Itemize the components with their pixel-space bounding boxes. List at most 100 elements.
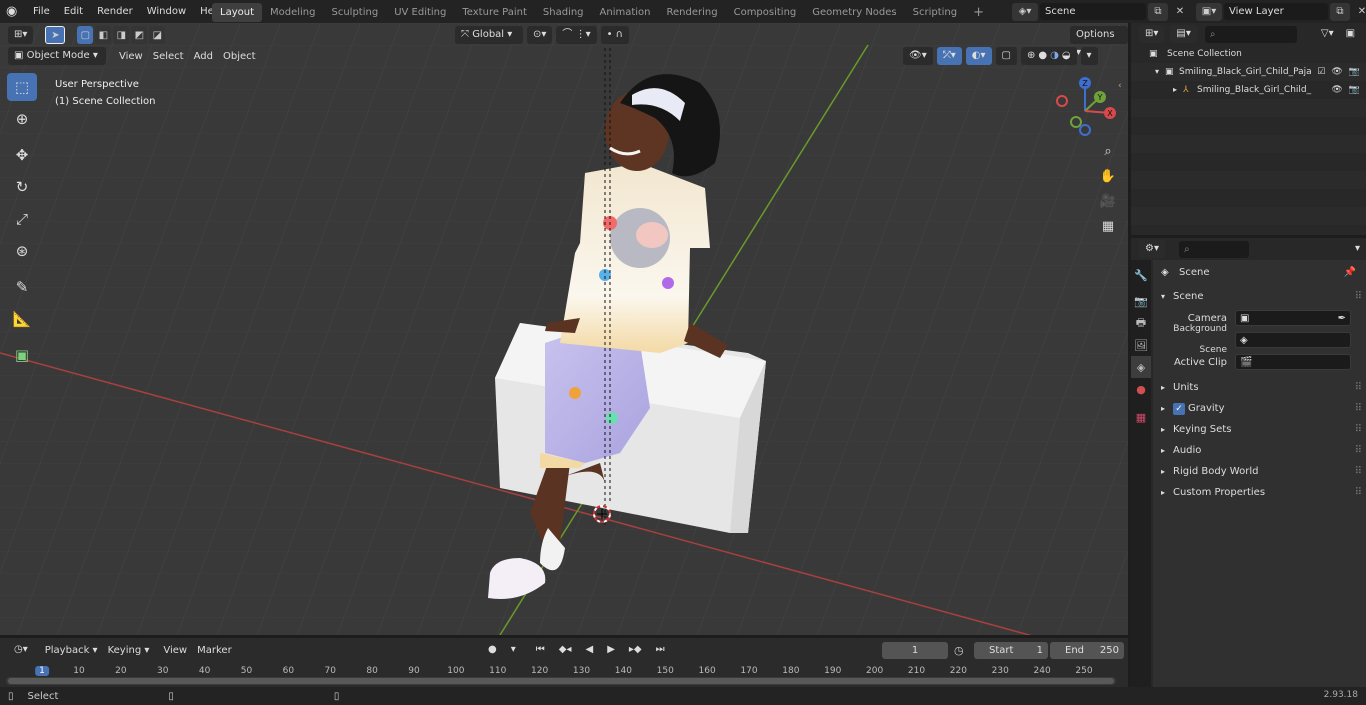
drag-handle-icon[interactable]: ⠿ [1355,398,1362,419]
drag-handle-icon[interactable]: ⠿ [1355,377,1362,398]
texture-tab-icon[interactable]: ▦ [1131,406,1151,428]
zoom-icon[interactable]: ⌕ [1096,139,1120,163]
tab-geometry-nodes[interactable]: Geometry Nodes [804,3,904,22]
gizmo-neg-y-icon[interactable] [1070,116,1082,128]
scene-tab-icon[interactable]: ◈ [1131,356,1151,378]
menu-file[interactable]: File [26,0,57,23]
render-tab-icon[interactable]: 📷 [1131,290,1151,312]
drag-handle-icon[interactable]: ⠿ [1355,461,1362,482]
world-tab-icon[interactable]: ● [1131,378,1151,400]
gizmo-neg-x-icon[interactable] [1056,95,1068,107]
timeline-scroll-thumb[interactable] [8,678,1114,684]
navigation-gizmo[interactable]: Z Y X [1050,73,1120,143]
select-new-icon[interactable]: ▢ [77,26,94,44]
tab-compositing[interactable]: Compositing [726,3,805,22]
section-gravity[interactable]: ▸ ✓ Gravity ⠿ [1153,398,1366,419]
remove-scene-icon[interactable]: ✕ [1170,3,1190,21]
scale-tool-icon[interactable]: ⤢ [7,205,37,233]
viewport-menu-object[interactable]: Object [218,51,261,62]
outliner-row-collection[interactable]: ▾ ▣ Smiling_Black_Girl_Child_Paja ☑ 👁 📷 [1131,63,1366,81]
section-units[interactable]: ▸ Units ⠿ [1153,377,1366,398]
view-layer-field[interactable]: View Layer [1224,3,1328,20]
expand-arrow-icon[interactable]: ▸ [1173,81,1183,99]
copy-scene-icon[interactable]: ⧉ [1148,2,1168,21]
menu-edit[interactable]: Edit [57,0,90,23]
add-workspace-icon[interactable]: + [965,3,992,22]
add-cube-tool-icon[interactable]: ▣ [7,341,37,369]
section-audio[interactable]: ▸ Audio ⠿ [1153,440,1366,461]
xray-toggle[interactable]: ▢ [995,47,1017,65]
tab-uv-editing[interactable]: UV Editing [386,3,454,22]
snap-toggle[interactable]: ⌒ ⋮▾ [556,26,597,44]
current-frame-marker[interactable]: 1 [35,666,49,676]
section-custom-properties[interactable]: ▸ Custom Properties ⠿ [1153,482,1366,503]
active-clip-field[interactable]: 🎬 [1235,354,1351,370]
checkbox-icon[interactable]: ☑ [1317,63,1325,81]
properties-options-icon[interactable]: ▾ [1349,240,1366,258]
transform-tool-icon[interactable]: ⊛ [7,237,37,265]
select-invert-icon[interactable]: ◩ [131,26,148,44]
tab-rendering[interactable]: Rendering [659,3,726,22]
tab-shading[interactable]: Shading [535,3,592,22]
menu-window[interactable]: Window [140,0,193,23]
shading-options-icon[interactable]: ▾ [1080,47,1098,65]
cursor-tool-icon[interactable]: ⊕ [7,105,37,133]
ortho-grid-icon[interactable]: ▦ [1096,214,1120,238]
camera-field[interactable]: ▣ ✒ [1235,310,1351,326]
section-keying-sets[interactable]: ▸ Keying Sets ⠿ [1153,419,1366,440]
select-tool-mode-icon[interactable]: ➤ [45,26,66,44]
scene-panel-header[interactable]: ▾ Scene ⠿ [1153,286,1366,307]
wireframe-shading-icon[interactable]: ⊕ [1027,47,1035,65]
proportional-edit-toggle[interactable]: • ∩ [600,26,630,44]
properties-editor-type-icon[interactable]: ⚙▾ [1139,240,1165,258]
pan-hand-icon[interactable]: ✋ [1096,164,1120,188]
measure-tool-icon[interactable]: 📐 [7,305,37,333]
blender-logo-icon[interactable]: ◉ [6,4,26,19]
orientation-dropdown[interactable]: ⤧ Global ▾ [455,26,523,44]
drag-handle-icon[interactable]: ⠿ [1355,286,1362,307]
display-mode-icon[interactable]: ▤▾ [1170,25,1197,43]
select-extend-icon[interactable]: ◧ [95,26,112,44]
rotate-tool-icon[interactable]: ↻ [7,173,37,201]
timeline-scrollbar[interactable] [6,677,1116,685]
tab-sculpting[interactable]: Sculpting [324,3,387,22]
3d-viewport[interactable]: ⊞▾ ➤ ▢ ◧ ◨ ◩ ◪ ⤧ Global ▾ ⊙▾ ⌒ ⋮▾ • ∩ Op… [0,23,1128,635]
options-dropdown[interactable]: Options ▾ [1070,26,1128,58]
visibility-dropdown[interactable]: 👁▾ [903,47,933,65]
copy-view-layer-icon[interactable]: ⧉ [1330,2,1350,21]
properties-search-field[interactable]: ⌕ [1178,240,1249,258]
gizmo-toggle[interactable]: ⤱▾ [936,47,962,65]
sidebar-toggle-icon[interactable]: ‹ [1118,81,1122,91]
material-shading-icon[interactable]: ◑ [1050,47,1059,65]
output-tab-icon[interactable]: 🖶 [1131,312,1151,334]
remove-view-layer-icon[interactable]: ✕ [1352,3,1366,21]
camera-render-icon[interactable]: 📷 [1349,81,1360,99]
drag-handle-icon[interactable]: ⠿ [1355,440,1362,461]
move-tool-icon[interactable]: ✥ [7,141,37,169]
camera-render-icon[interactable]: 📷 [1349,63,1360,81]
tab-texture-paint[interactable]: Texture Paint [454,3,535,22]
viewport-menu-select[interactable]: Select [148,51,189,62]
solid-shading-icon[interactable]: ● [1038,47,1047,65]
section-rigid-body-world[interactable]: ▸ Rigid Body World ⠿ [1153,461,1366,482]
eye-icon[interactable]: 👁 [1331,81,1342,99]
outliner-search-field[interactable]: ⌕ [1204,25,1297,43]
filter-icon[interactable]: ▽▾ [1315,25,1340,43]
annotate-tool-icon[interactable]: ✎ [7,273,37,301]
select-box-tool-icon[interactable]: ⬚ [7,73,37,101]
tab-layout[interactable]: Layout [212,3,262,22]
camera-view-icon[interactable]: 🎥 [1096,189,1120,213]
drag-handle-icon[interactable]: ⠿ [1355,419,1362,440]
pivot-dropdown[interactable]: ⊙▾ [527,26,553,44]
pin-icon[interactable]: 📌 [1344,262,1356,283]
editor-type-icon[interactable]: ⊞▾ [8,26,34,44]
new-collection-icon[interactable]: ▣ [1340,25,1361,43]
select-intersect-icon[interactable]: ◪ [149,26,166,44]
scene-name-field[interactable]: Scene [1040,3,1146,20]
viewport-menu-view[interactable]: View [114,51,148,62]
outliner-row-armature[interactable]: ▸ ⅄ Smiling_Black_Girl_Child_ 👁 📷 [1131,81,1366,99]
tab-animation[interactable]: Animation [592,3,659,22]
select-subtract-icon[interactable]: ◨ [113,26,130,44]
tool-tab-icon[interactable]: 🔧 [1131,264,1151,286]
object-mode-dropdown[interactable]: ▣ Object Mode ▾ [8,47,106,65]
